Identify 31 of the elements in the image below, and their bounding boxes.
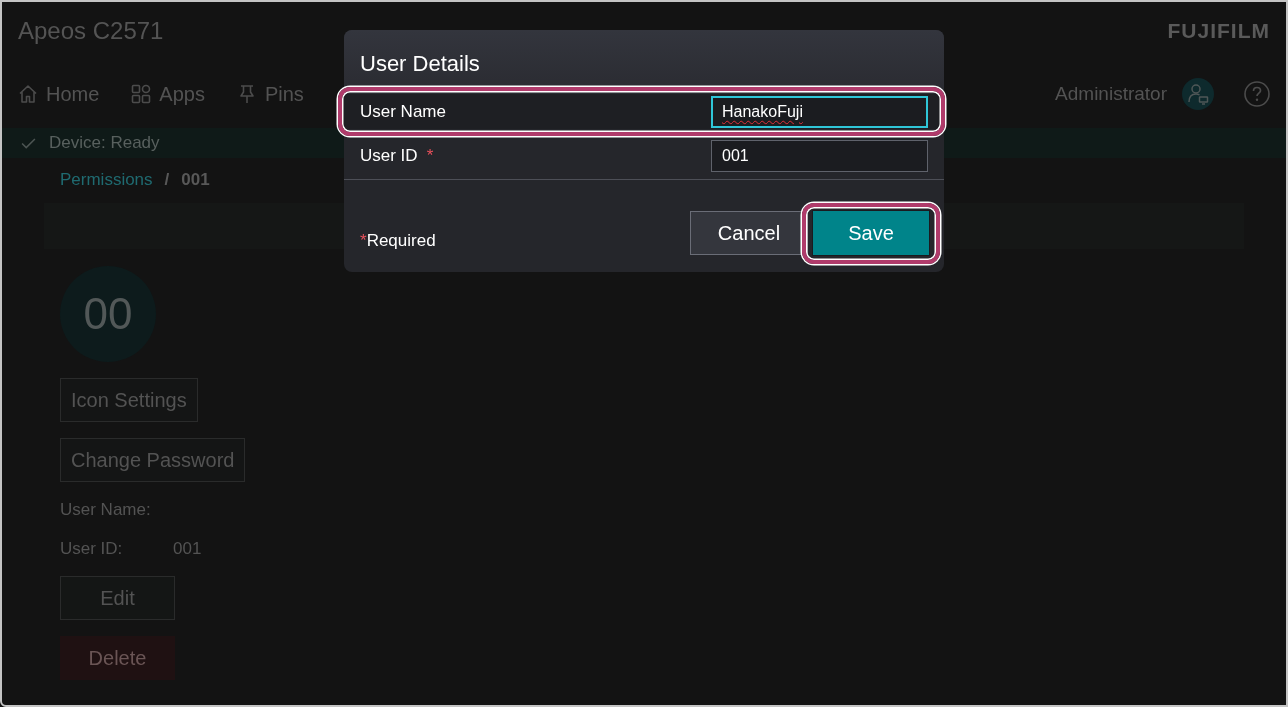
house-icon (18, 84, 38, 104)
check-icon (21, 137, 36, 149)
text-field[interactable]: 001 (711, 140, 928, 172)
field-label: User Name (360, 101, 446, 122)
breadcrumb-link[interactable]: Permissions (60, 170, 153, 190)
nav-link[interactable]: Apps (131, 82, 205, 106)
status-text: Device: Ready (49, 133, 160, 153)
edit-button[interactable]: Edit (60, 576, 175, 620)
user-avatar: 00 (60, 266, 156, 362)
profile-button[interactable]: Icon Settings (60, 378, 198, 422)
user-icon[interactable] (1182, 78, 1214, 110)
field-label: User Name: (60, 500, 152, 520)
profile-button[interactable]: Change Password (60, 438, 246, 482)
brand-logo: FUJIFILM (1167, 18, 1270, 44)
text-field[interactable]: HanakoFuji (711, 95, 928, 128)
nav-link[interactable]: Home (18, 82, 100, 106)
field-value: 001 (173, 539, 202, 559)
help-icon[interactable] (1244, 81, 1270, 107)
dialog-title: User Details (360, 50, 480, 77)
user-role-label: Administrator (1055, 82, 1167, 106)
required-note: *Required (360, 231, 436, 251)
grid-icon (131, 84, 152, 104)
field-label: User ID * (360, 146, 434, 166)
breadcrumb-current: 001 (181, 170, 210, 190)
device-title: Apeos C2571 (18, 17, 164, 45)
save-button[interactable]: Save (812, 210, 930, 256)
breadcrumb-separator: / (164, 170, 170, 190)
required-mark: * (426, 146, 434, 165)
field-label: User ID: (60, 539, 124, 559)
nav-link[interactable]: Pins (236, 82, 304, 106)
delete-button[interactable]: Delete (60, 636, 175, 680)
